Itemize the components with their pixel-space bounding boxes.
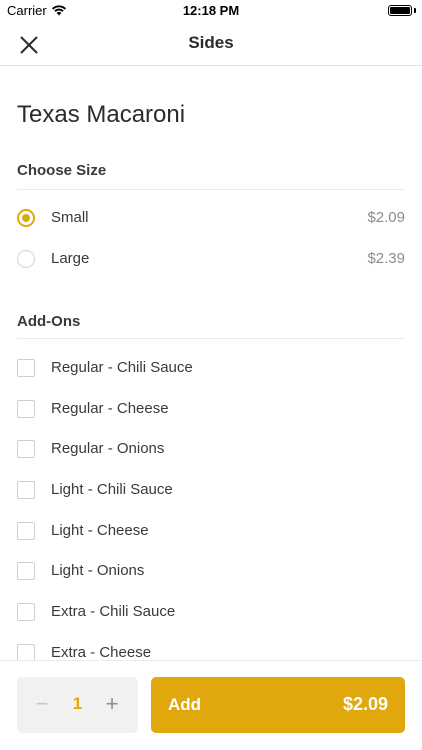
nav-bar: Sides xyxy=(0,22,422,66)
radio-selected-icon[interactable] xyxy=(17,209,35,227)
size-option-small[interactable]: Small $2.09 xyxy=(0,198,422,238)
addon-label: Regular - Chili Sauce xyxy=(51,359,193,376)
battery-cap xyxy=(414,8,416,13)
add-to-order-button[interactable]: Add $2.09 xyxy=(151,677,405,733)
page-title: Sides xyxy=(188,33,234,52)
addon-label: Light - Cheese xyxy=(51,522,149,539)
checkbox-icon[interactable] xyxy=(17,603,35,621)
size-option-large[interactable]: Large $2.39 xyxy=(0,239,422,279)
addon-light-cheese[interactable]: Light - Cheese xyxy=(0,511,422,551)
bottom-action-bar: − 1 + Add $2.09 xyxy=(0,660,422,750)
size-option-price: $2.09 xyxy=(367,209,405,226)
size-option-label: Small xyxy=(51,209,89,226)
section-divider xyxy=(17,338,405,339)
addon-extra-chili-sauce[interactable]: Extra - Chili Sauce xyxy=(0,592,422,632)
clock-time: 12:18 PM xyxy=(182,3,240,18)
item-detail-content[interactable]: Texas Macaroni Choose Size Small $2.09 L… xyxy=(0,67,422,660)
checkbox-icon[interactable] xyxy=(17,440,35,458)
addon-regular-cheese[interactable]: Regular - Cheese xyxy=(0,389,422,429)
checkbox-icon[interactable] xyxy=(17,562,35,580)
addon-label: Regular - Onions xyxy=(51,440,165,457)
checkbox-icon[interactable] xyxy=(17,481,35,499)
add-ons-header: Add-Ons xyxy=(17,313,81,330)
checkbox-icon[interactable] xyxy=(17,400,35,418)
increment-button[interactable]: + xyxy=(99,691,125,717)
battery-icon xyxy=(388,5,412,16)
checkbox-icon[interactable] xyxy=(17,522,35,540)
addon-label: Regular - Cheese xyxy=(51,400,169,417)
section-divider xyxy=(17,189,405,190)
addon-regular-chili-sauce[interactable]: Regular - Chili Sauce xyxy=(0,348,422,388)
checkbox-icon[interactable] xyxy=(17,644,35,660)
addon-label: Extra - Chili Sauce xyxy=(51,603,176,620)
status-bar: Carrier 12:18 PM xyxy=(0,0,422,22)
radio-unselected-icon[interactable] xyxy=(17,250,35,268)
add-button-label: Add xyxy=(168,695,202,714)
quantity-stepper: − 1 + xyxy=(17,677,138,733)
addon-light-chili-sauce[interactable]: Light - Chili Sauce xyxy=(0,470,422,510)
item-title: Texas Macaroni xyxy=(17,101,186,128)
checkbox-icon[interactable] xyxy=(17,359,35,377)
size-option-label: Large xyxy=(51,250,90,267)
addon-regular-onions[interactable]: Regular - Onions xyxy=(0,429,422,469)
size-option-price: $2.39 xyxy=(367,250,405,267)
addon-label: Light - Chili Sauce xyxy=(51,481,173,498)
addon-label: Light - Onions xyxy=(51,562,145,579)
addon-label: Extra - Cheese xyxy=(51,644,152,660)
choose-size-header: Choose Size xyxy=(17,162,107,179)
addon-extra-cheese[interactable]: Extra - Cheese xyxy=(0,633,422,660)
addon-light-onions[interactable]: Light - Onions xyxy=(0,551,422,591)
add-button-price: $2.09 xyxy=(342,694,388,714)
